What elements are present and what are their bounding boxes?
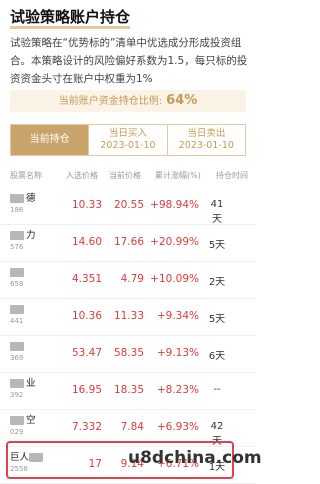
- table-row[interactable]: 658 4.351 4.79 +10.09% 2天: [0, 262, 256, 299]
- cumulative-change: +98.94%: [150, 199, 199, 211]
- stock-code: 369: [10, 354, 24, 362]
- cumulative-change: +9.13%: [156, 347, 199, 359]
- stock-name-cell: 德 186: [10, 192, 36, 216]
- cumulative-change: +10.09%: [150, 273, 199, 285]
- table-row[interactable]: 业 392 16.95 18.35 +8.23% --: [0, 373, 256, 410]
- entry-price: 14.60: [71, 236, 102, 248]
- column-header-entry-price: 入选价格: [66, 171, 98, 180]
- tab-today-buy[interactable]: 当日买入 2023-01-10: [88, 125, 166, 155]
- position-ratio-value: 64%: [166, 93, 198, 108]
- holding-days: 6天: [208, 351, 226, 362]
- stock-code: 576: [10, 243, 24, 251]
- redacted-name-icon: [10, 194, 24, 203]
- redacted-name-icon: [10, 342, 24, 351]
- cumulative-change: +9.34%: [156, 310, 199, 322]
- table-row[interactable]: 441 10.36 11.33 +9.34% 5天: [0, 299, 256, 336]
- stock-code: 392: [10, 391, 24, 399]
- table-row[interactable]: 369 53.47 58.35 +9.13% 6天: [0, 336, 256, 373]
- redacted-name-icon: [10, 231, 24, 240]
- current-price: 20.55: [113, 199, 144, 211]
- entry-price: 16.95: [71, 384, 102, 396]
- stock-name-cell: 369: [10, 340, 26, 364]
- strategy-description: 试验策略在“优势标的”清单中优选成分形成投资组合。本策略设计的风险偏好系数为1.…: [10, 37, 248, 85]
- column-header-cumulative-change: 累计涨幅(%): [155, 171, 201, 180]
- redacted-name-icon: [10, 305, 24, 314]
- stock-name-cell: 业 392: [10, 377, 36, 401]
- cumulative-change: +8.23%: [156, 384, 199, 396]
- stock-code: 441: [10, 317, 24, 325]
- column-header-current-price: 当前价格: [109, 171, 141, 180]
- holding-tabs: 当前持仓 当日买入 2023-01-10 当日卖出 2023-01-10: [10, 124, 246, 156]
- entry-price: 10.36: [71, 310, 102, 322]
- holding-days: 5天: [208, 314, 226, 325]
- stock-name-cell: 658: [10, 266, 26, 290]
- redacted-name-icon: [10, 416, 24, 425]
- stock-name-cell: 空 029: [10, 414, 36, 438]
- current-price: 18.35: [113, 384, 144, 396]
- table-header: 股票名称 入选价格 当前价格 累计涨幅(%) 持仓时间: [10, 170, 250, 186]
- entry-price: 4.351: [71, 273, 102, 285]
- holding-days: --: [213, 384, 221, 395]
- tab-date: 2023-01-10: [178, 140, 234, 151]
- tab-date: 2023-01-10: [100, 140, 156, 151]
- position-ratio-banner: 当前账户资金持仓比例: 64%: [10, 90, 246, 112]
- current-price: 17.66: [113, 236, 144, 248]
- current-price: 4.79: [120, 273, 144, 285]
- stock-name-cell: 441: [10, 303, 26, 327]
- tab-today-sell[interactable]: 当日卖出 2023-01-10: [166, 125, 245, 155]
- stock-name: 德: [26, 193, 36, 204]
- tab-label: 当日买入: [108, 128, 147, 139]
- holding-days: 5天: [208, 240, 226, 251]
- table-row[interactable]: 德 186 10.33 20.55 +98.94% 41天: [0, 188, 256, 225]
- entry-price: 7.332: [71, 421, 102, 433]
- redacted-name-icon: [10, 379, 24, 388]
- column-header-holding-days: 持仓时间: [216, 171, 248, 180]
- current-price: 11.33: [113, 310, 144, 322]
- cumulative-change: +6.93%: [156, 421, 199, 433]
- stock-name-cell: 力 576: [10, 229, 36, 253]
- column-header-name: 股票名称: [10, 171, 42, 180]
- tab-label: 当日卖出: [187, 128, 226, 139]
- stock-code: 186: [10, 206, 24, 214]
- current-price: 58.35: [113, 347, 144, 359]
- table-row[interactable]: 力 576 14.60 17.66 +20.99% 5天: [0, 225, 256, 262]
- tab-current-holdings[interactable]: 当前持仓: [11, 125, 89, 155]
- cumulative-change: +20.99%: [150, 236, 199, 248]
- entry-price: 10.33: [71, 199, 102, 211]
- entry-price: 53.47: [71, 347, 102, 359]
- current-price: 7.84: [120, 421, 144, 433]
- stock-name: 力: [26, 230, 36, 241]
- stock-name: 业: [26, 378, 36, 389]
- stock-code: 658: [10, 280, 24, 288]
- watermark: u8dchina.com: [128, 448, 262, 468]
- holding-days: 2天: [208, 277, 226, 288]
- page-title: 试验策略账户持仓: [10, 8, 131, 29]
- tab-label: 当前持仓: [29, 134, 70, 145]
- stock-name: 空: [26, 415, 36, 426]
- stock-code: 029: [10, 428, 24, 436]
- position-ratio-label: 当前账户资金持仓比例:: [58, 96, 163, 107]
- holding-days: 41天: [210, 199, 224, 225]
- redacted-name-icon: [10, 268, 24, 277]
- holdings-table: 德 186 10.33 20.55 +98.94% 41天 力 576 14.60 …: [0, 188, 256, 484]
